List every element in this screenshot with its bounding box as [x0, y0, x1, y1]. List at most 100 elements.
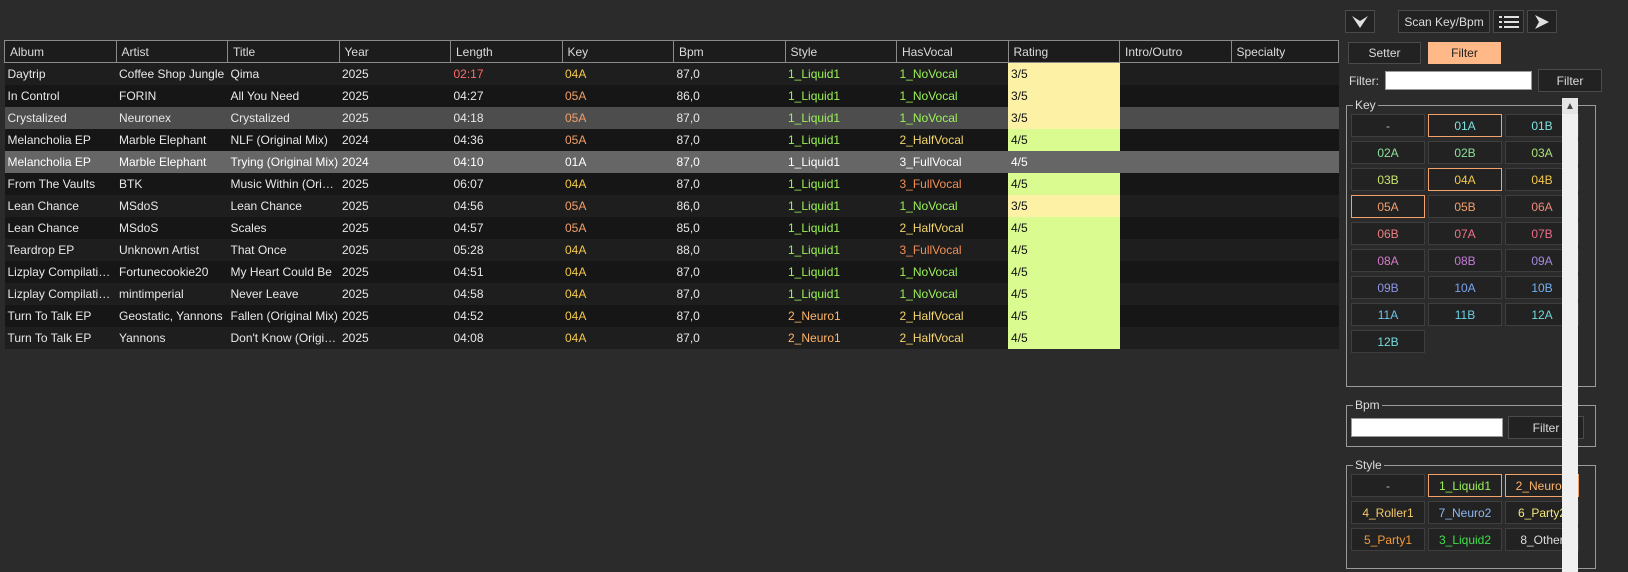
key-cell: 04A: [562, 172, 674, 195]
artist-cell: Geostatic, Yannons: [116, 304, 228, 327]
length-cell: 04:08: [450, 326, 562, 349]
intro-outro-cell: [1119, 194, 1231, 217]
column-header-intro-outro[interactable]: Intro/Outro: [1119, 40, 1232, 63]
column-header-year[interactable]: Year: [338, 40, 451, 63]
bpm-cell: 87,0: [673, 304, 785, 327]
style-button[interactable]: 7_Neuro2: [1428, 501, 1502, 524]
filter-input[interactable]: [1385, 71, 1532, 90]
rating-cell: 4/5: [1008, 150, 1120, 173]
key-button[interactable]: 01A: [1428, 114, 1502, 137]
table-header-row: Album Artist Title Year Length Key Bpm S…: [4, 40, 1339, 63]
column-header-length[interactable]: Length: [450, 40, 563, 63]
key-button[interactable]: 05A: [1351, 195, 1425, 218]
panel-scrollbar[interactable]: ▲: [1562, 98, 1578, 572]
style-cell: 1_Liquid1: [785, 106, 897, 129]
artist-cell: mintimperial: [116, 282, 228, 305]
column-header-album[interactable]: Album: [4, 40, 117, 63]
title-cell: NLF (Original Mix): [227, 128, 339, 151]
table-row[interactable]: Melancholia EP Marble Elephant Trying (Ori…: [4, 150, 1339, 173]
column-header-rating[interactable]: Rating: [1007, 40, 1120, 63]
style-button[interactable]: 3_Liquid2: [1428, 528, 1502, 551]
title-cell: Fallen (Original Mix): [227, 304, 339, 327]
key-cell: 04A: [562, 260, 674, 283]
style-group: Style -1_Liquid1 2_Neuro1 4_Roller1 7_Neuro…: [1346, 458, 1596, 569]
table-row[interactable]: Teardrop EP Unknown Artist That Once 2025 05…: [4, 238, 1339, 261]
hasvocal-cell: 1_NoVocal: [896, 194, 1008, 217]
scan-key-bpm-button[interactable]: Scan Key/Bpm: [1398, 10, 1490, 33]
key-button[interactable]: 03B: [1351, 168, 1425, 191]
artist-cell: MSdoS: [116, 194, 228, 217]
table-row[interactable]: In Control FORIN All You Need 2025 04:27 05A 8…: [4, 84, 1339, 107]
table-row[interactable]: Lizplay Compilation Vol. 1Fortunecookie2…: [4, 260, 1339, 283]
table-row[interactable]: Lean Chance MSdoS Scales 2025 04:57 05A 85,0 1_…: [4, 216, 1339, 239]
album-cell: Lean Chance: [4, 194, 116, 217]
album-cell: Lizplay Compilation Vol. 1: [4, 260, 116, 283]
bpm-cell: 86,0: [673, 84, 785, 107]
table-row[interactable]: Melancholia EP Marble Elephant NLF (Origin…: [4, 128, 1339, 151]
key-button[interactable]: 10A: [1428, 276, 1502, 299]
key-button[interactable]: 11A: [1351, 303, 1425, 326]
column-header-style[interactable]: Style: [784, 40, 897, 63]
year-cell: 2025: [339, 326, 451, 349]
key-button[interactable]: 02B: [1428, 141, 1502, 164]
bpm-input[interactable]: [1351, 418, 1503, 437]
table-row[interactable]: Crystalized Neuronex Crystalized 2025 04:18 0…: [4, 106, 1339, 129]
filter-button[interactable]: Filter: [1538, 69, 1602, 92]
column-header-key[interactable]: Key: [561, 40, 674, 63]
table-row[interactable]: Lean Chance MSdoS Lean Chance 2025 04:56 05A 8…: [4, 194, 1339, 217]
key-button[interactable]: 09B: [1351, 276, 1425, 299]
table-row[interactable]: Daytrip Coffee Shop Jungle Qima 2025 02:17 04…: [4, 62, 1339, 85]
column-header-specialty[interactable]: Specialty: [1230, 40, 1339, 63]
key-button[interactable]: 12B: [1351, 330, 1425, 353]
key-button[interactable]: 02A: [1351, 141, 1425, 164]
bpm-group: Bpm Filter: [1346, 398, 1596, 447]
intro-outro-cell: [1119, 282, 1231, 305]
column-header-title[interactable]: Title: [227, 40, 340, 63]
tab-setter[interactable]: Setter: [1348, 42, 1421, 64]
year-cell: 2025: [339, 194, 451, 217]
key-button[interactable]: 07A: [1428, 222, 1502, 245]
key-button[interactable]: 06B: [1351, 222, 1425, 245]
hasvocal-cell: 1_NoVocal: [896, 62, 1008, 85]
list-view-button[interactable]: [1493, 10, 1524, 33]
table-row[interactable]: Lizplay Compilation Vol. 1mintimperialNe…: [4, 282, 1339, 305]
key-button[interactable]: 08B: [1428, 249, 1502, 272]
rating-cell: 3/5: [1008, 84, 1120, 107]
tab-filter[interactable]: Filter: [1428, 42, 1501, 64]
hasvocal-cell: 2_HalfVocal: [896, 326, 1008, 349]
bpm-cell: 87,0: [673, 172, 785, 195]
table-row[interactable]: Turn To Talk EP Geostatic, Yannons Fallen …: [4, 304, 1339, 327]
album-cell: Lean Chance: [4, 216, 116, 239]
key-button[interactable]: 05B: [1428, 195, 1502, 218]
intro-outro-cell: [1119, 326, 1231, 349]
title-cell: Trying (Original Mix): [227, 150, 339, 173]
scroll-up-arrow-icon[interactable]: ▲: [1562, 98, 1578, 114]
style-button[interactable]: 1_Liquid1: [1428, 474, 1502, 497]
key-button[interactable]: -: [1351, 114, 1425, 137]
title-cell: Don't Know (Original Mix): [227, 326, 339, 349]
chevron-down-icon: [1352, 15, 1368, 28]
specialty-cell: [1231, 84, 1339, 107]
hasvocal-cell: 1_NoVocal: [896, 106, 1008, 129]
style-cell: 1_Liquid1: [785, 238, 897, 261]
bpm-group-title: Bpm: [1353, 398, 1382, 412]
style-button[interactable]: -: [1351, 474, 1425, 497]
bpm-cell: 85,0: [673, 216, 785, 239]
key-button[interactable]: 08A: [1351, 249, 1425, 272]
key-button[interactable]: 04A: [1428, 168, 1502, 191]
collapse-button[interactable]: [1345, 10, 1375, 33]
column-header-hasvocal[interactable]: HasVocal: [896, 40, 1009, 63]
artist-cell: BTK: [116, 172, 228, 195]
artist-cell: Unknown Artist: [116, 238, 228, 261]
play-button[interactable]: [1527, 10, 1557, 33]
intro-outro-cell: [1119, 260, 1231, 283]
key-cell: 05A: [562, 84, 674, 107]
column-header-bpm[interactable]: Bpm: [673, 40, 786, 63]
style-cell: 1_Liquid1: [785, 128, 897, 151]
table-row[interactable]: Turn To Talk EP Yannons Don't Know (Origin…: [4, 326, 1339, 349]
key-button[interactable]: 11B: [1428, 303, 1502, 326]
style-button[interactable]: 4_Roller1: [1351, 501, 1425, 524]
style-button[interactable]: 5_Party1: [1351, 528, 1425, 551]
table-row[interactable]: From The VaultsBTKMusic Within (Original…: [4, 172, 1339, 195]
column-header-artist[interactable]: Artist: [115, 40, 228, 63]
